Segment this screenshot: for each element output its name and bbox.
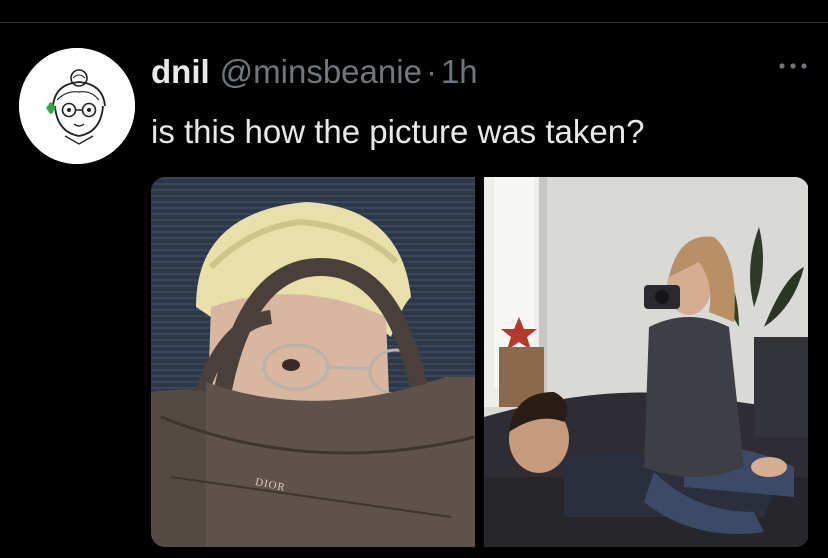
photo-sofa-scene bbox=[484, 177, 808, 547]
photo-bag-selfie bbox=[151, 177, 475, 547]
tweet-header: dnil @minsbeanie · 1h bbox=[151, 52, 478, 92]
avatar-illustration bbox=[19, 48, 135, 164]
media-photo-right[interactable] bbox=[484, 177, 808, 547]
media-grid: DIOR bbox=[151, 177, 809, 547]
display-name[interactable]: dnil bbox=[151, 52, 210, 92]
media-photo-left[interactable]: DIOR bbox=[151, 177, 475, 547]
timestamp[interactable]: 1h bbox=[441, 52, 478, 92]
tweet[interactable]: dnil @minsbeanie · 1h is this how the pi… bbox=[0, 23, 828, 558]
separator-dot: · bbox=[425, 53, 437, 90]
tweet-text: is this how the picture was taken? bbox=[151, 113, 645, 150]
avatar[interactable] bbox=[19, 48, 135, 164]
more-horizontal-icon bbox=[779, 63, 807, 69]
more-options-button[interactable] bbox=[775, 56, 811, 76]
user-handle[interactable]: @minsbeanie bbox=[220, 52, 422, 92]
